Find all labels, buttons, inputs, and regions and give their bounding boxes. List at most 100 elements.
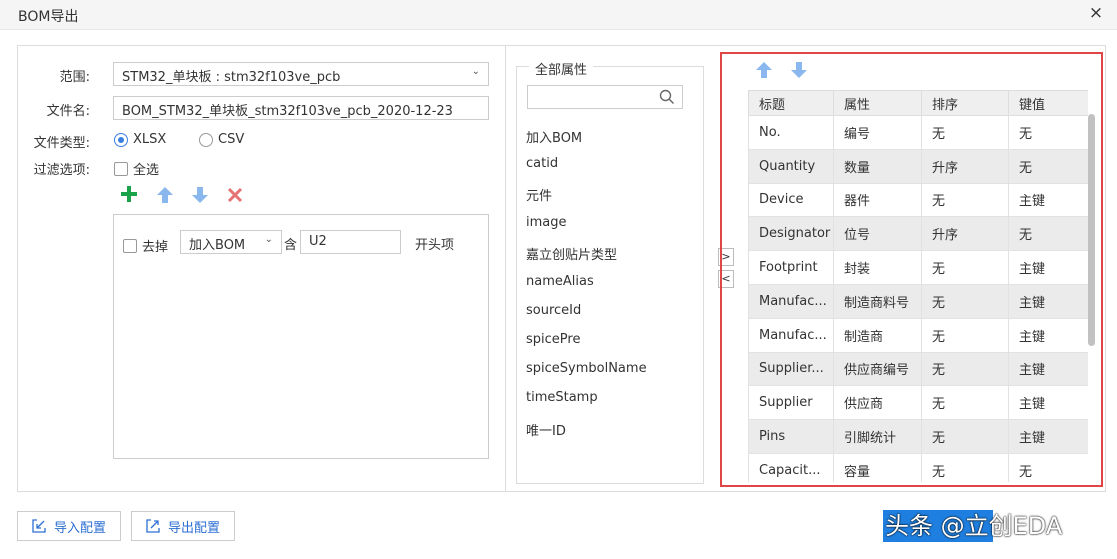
attribute-item[interactable]: spicePre	[526, 332, 580, 347]
cell-key[interactable]: 主键	[1008, 283, 1088, 319]
cell-key[interactable]: 无	[1008, 148, 1088, 184]
cell-sort[interactable]: 无	[921, 250, 1009, 285]
checkbox-icon	[123, 238, 137, 253]
header-attribute: 属性	[833, 90, 922, 116]
watermark-text: 头条 @立创EDA	[885, 512, 1063, 540]
attribute-item[interactable]: 嘉立创贴片类型	[526, 244, 617, 263]
all-attributes-panel: 全部属性 加入BOM catid 元件 image 嘉立创贴片类型 nameAl…	[516, 59, 704, 484]
cell-key[interactable]: 主键	[1008, 317, 1088, 353]
table-row[interactable]: Pins 引脚统计无主键	[748, 419, 1088, 454]
cell-title: No.	[748, 115, 834, 150]
cell-attribute: 器件	[833, 182, 922, 218]
filter-mode-label[interactable]: 开头项	[415, 234, 454, 253]
dialog-title: BOM导出	[18, 9, 79, 25]
table-row[interactable]: Footprint 封装无主键	[748, 250, 1088, 285]
table-scrollbar[interactable]	[1088, 114, 1095, 346]
attribute-item[interactable]: 元件	[526, 185, 552, 204]
radio-selected-icon	[114, 132, 128, 147]
cell-attribute: 编号	[833, 115, 922, 150]
cell-sort[interactable]: 无	[921, 283, 1009, 319]
cell-key[interactable]: 主键	[1008, 419, 1088, 454]
cell-title: Quantity	[748, 148, 834, 184]
table-row[interactable]: Designator 位号 升序无	[748, 216, 1088, 252]
cell-title: Footprint	[748, 250, 834, 285]
cell-key[interactable]: 主键	[1008, 351, 1088, 387]
remove-checkbox[interactable]: 去掉	[123, 236, 168, 255]
attribute-search-input[interactable]	[527, 85, 683, 109]
cell-title: Supplier...	[748, 351, 834, 387]
table-row[interactable]: Manufac... 制造商料号无主键	[748, 283, 1088, 319]
cell-key[interactable]: 主键	[1008, 250, 1088, 285]
cell-sort[interactable]: 升序	[921, 216, 1009, 252]
attribute-item[interactable]: 唯一ID	[526, 420, 566, 439]
select-all-checkbox[interactable]: 全选	[114, 159, 159, 178]
attribute-item[interactable]: sourceId	[526, 303, 581, 318]
close-icon[interactable]: ×	[1087, 4, 1105, 22]
scope-label: 范围:	[59, 70, 90, 85]
import-config-label: 导入配置	[54, 520, 107, 536]
cell-sort[interactable]: 无	[921, 182, 1009, 218]
table-row[interactable]: Capacit... 容量无无	[748, 452, 1088, 482]
search-icon	[659, 89, 674, 104]
header-sort: 排序	[921, 90, 1009, 116]
radio-csv[interactable]: CSV	[199, 132, 244, 147]
cell-title: Device	[748, 182, 834, 218]
export-config-button[interactable]: 导出配置	[131, 511, 236, 541]
attribute-item[interactable]: nameAlias	[526, 274, 594, 289]
dialog-titlebar: BOM导出 ×	[0, 0, 1117, 30]
cell-attribute: 引脚统计	[833, 419, 922, 454]
radio-xlsx[interactable]: XLSX	[114, 132, 166, 147]
attribute-item[interactable]: catid	[526, 156, 558, 171]
import-config-button[interactable]: 导入配置	[17, 511, 122, 541]
table-row[interactable]: Manufac... 制造商无主键	[748, 317, 1088, 353]
cell-attribute: 制造商	[833, 317, 922, 353]
delete-icon[interactable]	[225, 185, 245, 205]
select-all-label: 全选	[133, 163, 160, 178]
column-up-icon[interactable]	[754, 60, 774, 80]
table-row[interactable]: Supplier 供应商无主键	[748, 385, 1088, 421]
cell-key[interactable]: 主键	[1008, 182, 1088, 218]
filter-text-input[interactable]: U2	[300, 230, 401, 254]
cell-title: Manufac...	[748, 317, 834, 353]
cell-sort[interactable]: 无	[921, 317, 1009, 353]
attribute-item[interactable]: 加入BOM	[526, 127, 582, 146]
table-row[interactable]: Quantity 数量 升序无	[748, 148, 1088, 184]
cell-sort[interactable]: 无	[921, 351, 1009, 387]
watermark: 头条 @立创EDA	[883, 510, 1103, 542]
table-row[interactable]: No. 编号无无	[748, 115, 1088, 150]
cell-attribute: 数量	[833, 148, 922, 184]
selected-columns-panel: 标题 属性 排序 键值 No. 编号无无 Quantity 数量 升序无 Device…	[720, 52, 1103, 487]
checkbox-icon	[114, 161, 128, 176]
cell-title: Pins	[748, 419, 834, 454]
cell-key[interactable]: 无	[1008, 115, 1088, 150]
attribute-item[interactable]: timeStamp	[526, 390, 598, 405]
cell-key[interactable]: 无	[1008, 216, 1088, 252]
cell-sort[interactable]: 无	[921, 385, 1009, 421]
cell-key[interactable]: 无	[1008, 452, 1088, 482]
cell-title: Manufac...	[748, 283, 834, 319]
move-down-icon[interactable]	[190, 185, 210, 205]
cell-key[interactable]: 主键	[1008, 385, 1088, 421]
filename-input[interactable]: BOM_STM32_单块板_stm32f103ve_pcb_2020-12-23	[113, 96, 489, 120]
chevron-down-icon: ⌄	[471, 66, 480, 77]
cell-sort[interactable]: 无	[921, 115, 1009, 150]
attribute-item[interactable]: spiceSymbolName	[526, 361, 647, 376]
radio-xlsx-label: XLSX	[133, 132, 167, 147]
header-key: 键值	[1008, 90, 1088, 116]
cell-attribute: 供应商编号	[833, 351, 922, 387]
attribute-item[interactable]: image	[526, 215, 567, 230]
filter-label: 过滤选项:	[33, 163, 90, 178]
radio-csv-label: CSV	[218, 132, 245, 147]
filter-field-select[interactable]: 加入BOM ⌄	[180, 230, 282, 254]
table-row[interactable]: Supplier... 供应商编号无主键	[748, 351, 1088, 387]
scope-select[interactable]: STM32_单块板 : stm32f103ve_pcb ⌄	[113, 62, 489, 86]
add-icon[interactable]	[119, 184, 139, 204]
cell-sort[interactable]: 无	[921, 452, 1009, 482]
scope-value: STM32_单块板 : stm32f103ve_pcb	[122, 70, 341, 85]
cell-sort[interactable]: 无	[921, 419, 1009, 454]
cell-attribute: 容量	[833, 452, 922, 482]
move-up-icon[interactable]	[155, 185, 175, 205]
table-row[interactable]: Device 器件无主键	[748, 182, 1088, 218]
cell-sort[interactable]: 升序	[921, 148, 1009, 184]
column-down-icon[interactable]	[789, 60, 809, 80]
